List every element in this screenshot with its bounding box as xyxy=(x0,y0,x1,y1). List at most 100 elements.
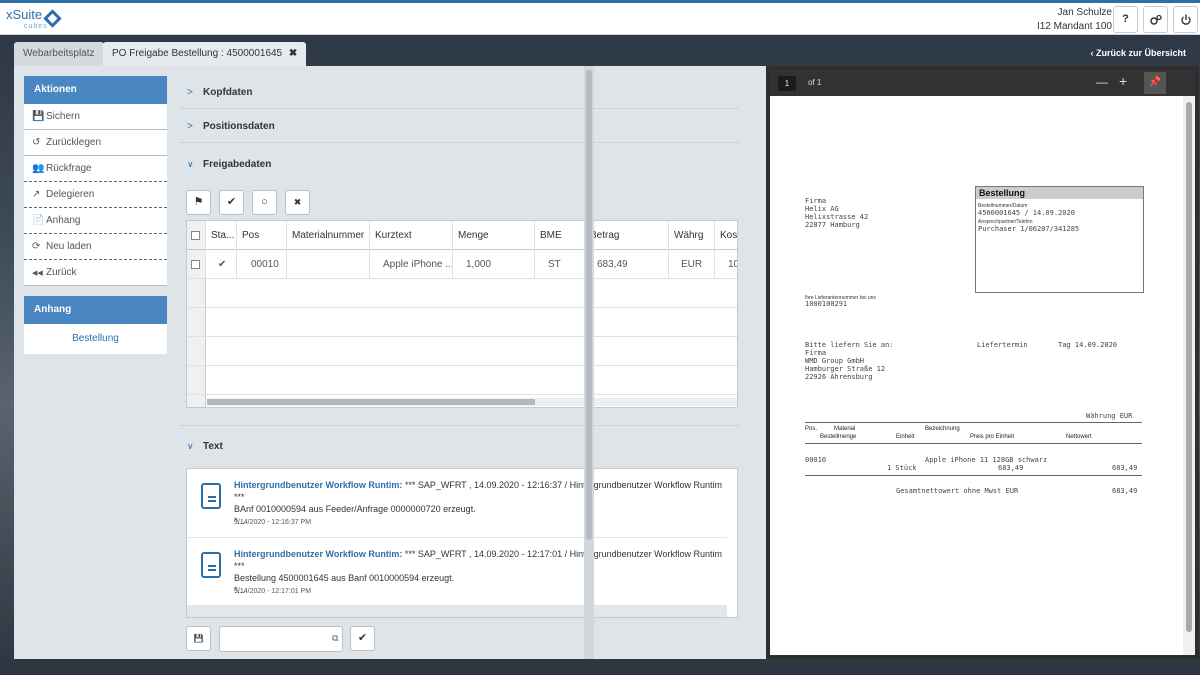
help-button[interactable]: ? xyxy=(1113,6,1138,33)
back-to-overview-link[interactable]: ‹ Zurück zur Übersicht xyxy=(1090,48,1186,58)
sidebar-item-rueckfrage[interactable]: 👥 Rückfrage xyxy=(24,156,167,182)
page-number-input[interactable]: 1 xyxy=(778,76,796,91)
column-header-materialnummer[interactable]: Materialnummer xyxy=(287,221,370,250)
scroll-thumb[interactable] xyxy=(1186,102,1192,632)
tab-webarbeitsplatz[interactable]: Webarbeitsplatz xyxy=(14,42,104,66)
document-icon xyxy=(197,480,221,509)
pdf-col-header: Bestellmenge xyxy=(820,434,857,440)
user-info: Jan Schulze I12 Mandant 100 xyxy=(1037,6,1112,34)
grid-header: Sta... Pos Materialnummer Kurztext Menge… xyxy=(187,221,737,250)
column-header-kos[interactable]: Kos xyxy=(715,221,737,250)
circle-icon: ○ xyxy=(261,196,268,208)
cell-kos: 10 xyxy=(715,250,737,279)
center-vertical-scrollbar[interactable] xyxy=(584,66,594,659)
chevron-right-icon: > xyxy=(187,121,193,132)
pdf-text: Gesamtnettowert ohne Mwst EUR xyxy=(896,487,1019,495)
column-header-bme[interactable]: BME xyxy=(535,221,585,250)
gears-icon xyxy=(1149,14,1162,25)
pdf-text: 00010 xyxy=(805,456,827,464)
save-text-button[interactable]: 💾 xyxy=(186,626,211,651)
row-checkbox[interactable] xyxy=(187,250,206,279)
save-icon: 💾 xyxy=(193,634,204,643)
pdf-text: 683,49 xyxy=(998,464,1024,472)
sidebar-item-zurueck[interactable]: ◀◀ Zurück xyxy=(24,260,167,286)
section-freigabedaten[interactable]: ∨ Freigabedaten xyxy=(187,159,271,170)
pdf-text: Bitte liefern Sie an: xyxy=(805,341,894,349)
sidebar-item-anhang[interactable]: 📄 Anhang xyxy=(24,208,167,234)
scroll-thumb[interactable] xyxy=(207,399,535,405)
section-kopfdaten[interactable]: > Kopfdaten xyxy=(187,87,252,98)
flag-icon: ⚑ xyxy=(193,196,204,208)
tab-po-freigabe[interactable]: PO Freigabe Bestellung : 4500001645 ✖ xyxy=(103,42,307,66)
section-title: Freigabedaten xyxy=(203,159,272,170)
sidebar-item-label: Zurücklegen xyxy=(46,137,102,148)
grid-horizontal-scrollbar[interactable] xyxy=(207,398,737,406)
expand-icon[interactable]: ⧉ xyxy=(332,633,338,644)
pdf-text: 22877 Hamburg xyxy=(805,221,860,229)
pdf-text: Helixstrasse 42 xyxy=(805,213,869,221)
column-header-pos[interactable]: Pos xyxy=(237,221,287,250)
page-count: of 1 xyxy=(808,78,822,87)
column-header-waehrg[interactable]: Währg xyxy=(669,221,715,250)
pdf-text: 683,49 xyxy=(1112,464,1138,472)
sidebar-item-neu-laden[interactable]: ⟳ Neu laden xyxy=(24,234,167,260)
flag-button[interactable]: ⚑ xyxy=(186,190,211,215)
entry-line: Bestellung 4500001645 aus Banf 001000059… xyxy=(234,573,455,583)
pdf-text: WMD Group GmbH xyxy=(805,357,865,365)
pdf-page: Firma Helix AG Helixstrasse 42 22877 Ham… xyxy=(770,96,1183,655)
chevron-down-icon: ∨ xyxy=(187,441,194,451)
reject-button[interactable]: ✖ xyxy=(285,190,310,215)
refresh-icon: ⟳ xyxy=(32,241,41,252)
column-header-menge[interactable]: Menge xyxy=(453,221,535,250)
check-icon: ✔ xyxy=(357,632,368,644)
pdf-vertical-scrollbar[interactable] xyxy=(1183,96,1195,655)
sidebar-item-zuruecklegen[interactable]: ↺ Zurücklegen xyxy=(24,130,167,156)
column-header-kurztext[interactable]: Kurztext xyxy=(370,221,453,250)
pdf-text: Apple iPhone 11 128GB schwarz xyxy=(925,456,1048,464)
sidebar-item-delegieren[interactable]: ↗ Delegieren xyxy=(24,182,167,208)
cell-bme: ST xyxy=(535,250,585,279)
column-header-betrag[interactable]: Betrag xyxy=(585,221,669,250)
logo-subtext: cubes xyxy=(24,23,48,30)
cell-betrag: 683,49 xyxy=(585,250,669,279)
logout-button[interactable] xyxy=(1173,6,1198,33)
center-panel: > Kopfdaten > Positionsdaten ∨ Freigabedate… xyxy=(179,66,747,659)
text-input[interactable] xyxy=(219,626,343,652)
undo-icon: ↺ xyxy=(32,137,41,148)
divider xyxy=(179,425,739,426)
xsuite-logo[interactable]: xSuite cubes xyxy=(6,8,62,33)
approve-button[interactable]: ✔ xyxy=(219,190,244,215)
section-text[interactable]: ∨ Text xyxy=(187,441,223,452)
settings-button[interactable] xyxy=(1143,6,1168,33)
select-all-checkbox[interactable] xyxy=(187,221,206,250)
order-info-box: Bestellung Bestellnummer/Datum 450000164… xyxy=(975,186,1144,293)
section-title: Kopfdaten xyxy=(203,87,253,98)
zoom-out-icon[interactable]: — xyxy=(1096,75,1108,89)
zoom-in-icon[interactable]: + xyxy=(1119,73,1127,89)
pdf-rule xyxy=(805,475,1142,476)
list-item[interactable]: Hintergrundbenutzer Workflow Runtim: ***… xyxy=(187,537,727,605)
attachment-bestellung-link[interactable]: Bestellung xyxy=(24,324,167,354)
close-tab-icon[interactable]: ✖ xyxy=(289,48,297,59)
pdf-text: Helix AG xyxy=(805,205,839,213)
scroll-thumb[interactable] xyxy=(586,70,592,540)
submit-text-button[interactable]: ✔ xyxy=(350,626,375,651)
pdf-text: Firma xyxy=(805,197,827,205)
entry-author: Hintergrundbenutzer Workflow Runtim: xyxy=(234,480,403,490)
neutral-button[interactable]: ○ xyxy=(252,190,277,215)
pdf-col-header: Nettowert xyxy=(1066,434,1092,440)
list-item[interactable]: Hintergrundbenutzer Workflow Runtim: ***… xyxy=(187,469,727,537)
divider xyxy=(179,142,739,143)
external-link-icon: ↗ xyxy=(32,189,41,200)
sidebar-item-sichern[interactable]: 💾 Sichern xyxy=(24,104,167,130)
cell-status: ✔ xyxy=(206,250,237,279)
column-header-status[interactable]: Sta... xyxy=(206,221,237,250)
text-horizontal-scrollbar[interactable] xyxy=(187,605,727,617)
table-row[interactable]: ✔ 00010 Apple iPhone ... 1,000 ST 683,49… xyxy=(187,250,737,279)
pdf-col-header: Einheit xyxy=(896,434,915,440)
pin-icon[interactable]: 📌 xyxy=(1144,72,1166,94)
check-icon: ✔ xyxy=(226,196,237,208)
section-positionsdaten[interactable]: > Positionsdaten xyxy=(187,121,275,132)
tab-label: PO Freigabe Bestellung : 4500001645 xyxy=(112,48,283,59)
pdf-col-header: Material xyxy=(834,426,856,432)
